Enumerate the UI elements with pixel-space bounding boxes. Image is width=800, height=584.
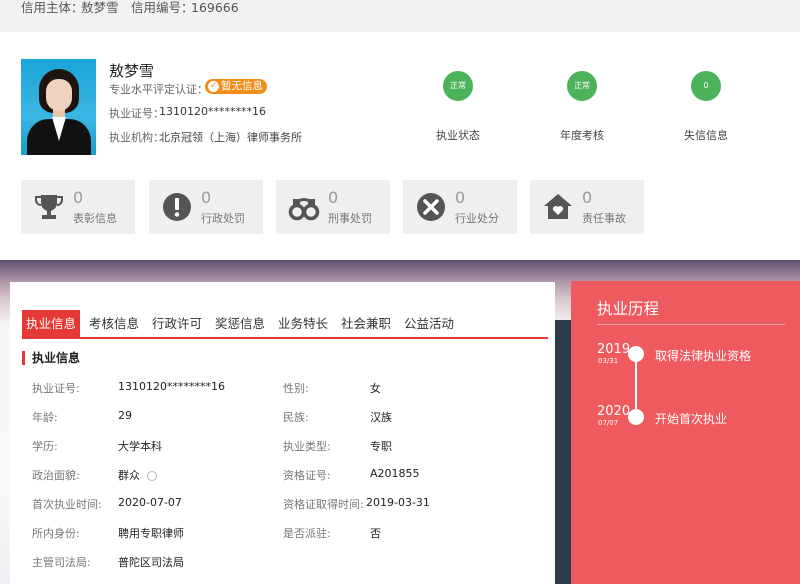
tile-label: 行政处罚: [201, 212, 245, 225]
field-label: 首次执业时间:: [32, 498, 102, 511]
tile-industry-sanction[interactable]: 0 行业处分: [403, 180, 517, 234]
handcuffs-icon: [288, 198, 320, 221]
top-bar: 信用主体： 敖梦雪 信用编号： 169666: [0, 0, 800, 32]
practice-history-panel: 执业历程 2019 03/31 取得法律执业资格 2020 07/07 开始首次…: [571, 281, 800, 584]
status-label: 执业状态: [436, 129, 480, 142]
event-date: 03/31: [598, 357, 619, 365]
practice-info-card: 执业信息 考核信息 行政许可 奖惩信息 业务特长 社会兼职 公益活动 执业信息 …: [10, 282, 555, 584]
timeline-node: [628, 346, 644, 362]
status-dishonesty: 0 失信信息: [656, 71, 756, 143]
license-value: 1310120********16: [159, 105, 266, 118]
field-value: 否: [370, 527, 381, 540]
info-tabs: 执业信息 考核信息 行政许可 奖惩信息 业务特长 社会兼职 公益活动: [22, 307, 548, 339]
tab-assessment[interactable]: 考核信息: [85, 310, 143, 337]
field-value: 聘用专职律师: [118, 527, 184, 540]
tile-count: 0: [455, 188, 466, 207]
field-label: 所内身份:: [32, 527, 80, 540]
event-date: 07/07: [598, 419, 619, 427]
field-value: 群众: [118, 467, 157, 483]
alert-icon: [163, 193, 191, 221]
field-value: 专职: [370, 440, 392, 453]
field-value: 汉族: [370, 411, 392, 424]
event-text: 取得法律执业资格: [655, 349, 752, 363]
event-year: 2019: [597, 342, 631, 357]
field-value: 2020-07-07: [118, 496, 182, 509]
field-value: 1310120********16: [118, 380, 225, 393]
status-dot: 正常: [567, 71, 597, 101]
tab-practice-info[interactable]: 执业信息: [22, 310, 81, 337]
field-label: 年龄:: [32, 411, 58, 424]
check-icon: ✓: [208, 81, 219, 92]
profile-panel: 敖梦雪 专业水平评定认证： ✓ 暂无信息 执业证号： 1310120*******…: [0, 32, 800, 260]
tile-count: 0: [328, 188, 339, 207]
field-label: 民族:: [283, 411, 309, 424]
event-year: 2020: [597, 404, 631, 419]
status-label: 年度考核: [560, 129, 604, 142]
tab-public-welfare[interactable]: 公益活动: [400, 310, 458, 337]
tab-rewards-penalties[interactable]: 奖惩信息: [211, 310, 269, 337]
credit-subject-label: 信用主体：: [21, 0, 84, 15]
field-label: 学历:: [32, 440, 58, 453]
field-label: 政治面貌:: [32, 469, 80, 482]
org-label: 执业机构：: [109, 131, 164, 144]
field-label: 执业类型:: [283, 440, 331, 453]
trophy-icon: [35, 195, 63, 219]
field-value: 29: [118, 409, 132, 422]
info-icon[interactable]: [146, 471, 157, 481]
field-value: 普陀区司法局: [118, 556, 184, 569]
tile-label: 表彰信息: [73, 212, 117, 225]
tab-admin-license[interactable]: 行政许可: [148, 310, 206, 337]
tile-liability-accident[interactable]: 0 责任事故: [530, 180, 644, 234]
tile-label: 责任事故: [582, 212, 626, 225]
field-value: 女: [370, 382, 381, 395]
status-label: 失信信息: [684, 129, 728, 142]
history-divider: [597, 324, 785, 325]
tile-label: 行业处分: [455, 212, 499, 225]
lawyer-name: 敖梦雪: [109, 62, 155, 80]
house-icon: [544, 194, 572, 219]
license-label: 执业证号：: [109, 107, 164, 120]
field-value: 2019-03-31: [366, 496, 430, 509]
close-circle-icon: [417, 193, 445, 221]
tile-count: 0: [73, 188, 84, 207]
event-text: 开始首次执业: [655, 412, 728, 426]
tile-label: 刑事处罚: [328, 212, 372, 225]
section-title: 执业信息: [22, 351, 80, 365]
lawyer-photo: [21, 59, 96, 155]
field-value: A201855: [370, 467, 420, 480]
credit-code-value: 169666: [191, 0, 239, 15]
history-title: 执业历程: [597, 300, 660, 318]
field-label: 执业证号:: [32, 382, 80, 395]
field-label: 性别:: [283, 382, 309, 395]
timeline-node: [628, 409, 644, 425]
org-value: 北京冠领（上海）律师事务所: [159, 131, 302, 144]
field-value: 大学本科: [118, 440, 162, 453]
tile-criminal-penalty[interactable]: 0 刑事处罚: [276, 180, 390, 234]
tile-admin-penalty[interactable]: 0 行政处罚: [149, 180, 263, 234]
tab-social-roles[interactable]: 社会兼职: [337, 310, 395, 337]
credit-code-label: 信用编号：: [131, 0, 194, 15]
field-label: 资格证取得时间:: [283, 498, 364, 511]
field-label: 资格证号:: [283, 469, 331, 482]
status-annual-review: 正常 年度考核: [532, 71, 632, 143]
status-practice: 正常 执业状态: [408, 71, 508, 143]
tile-count: 0: [582, 188, 593, 207]
tile-count: 0: [201, 188, 212, 207]
cert-label: 专业水平评定认证：: [109, 83, 208, 96]
field-label: 主管司法局:: [32, 556, 91, 569]
tile-commendation[interactable]: 0 表彰信息: [21, 180, 135, 234]
credit-subject-value: 敖梦雪: [81, 0, 119, 15]
cert-badge[interactable]: ✓ 暂无信息: [205, 79, 267, 94]
status-dot: 0: [691, 71, 721, 101]
field-label: 是否派驻:: [283, 527, 331, 540]
status-dot: 正常: [443, 71, 473, 101]
tab-expertise[interactable]: 业务特长: [274, 310, 332, 337]
